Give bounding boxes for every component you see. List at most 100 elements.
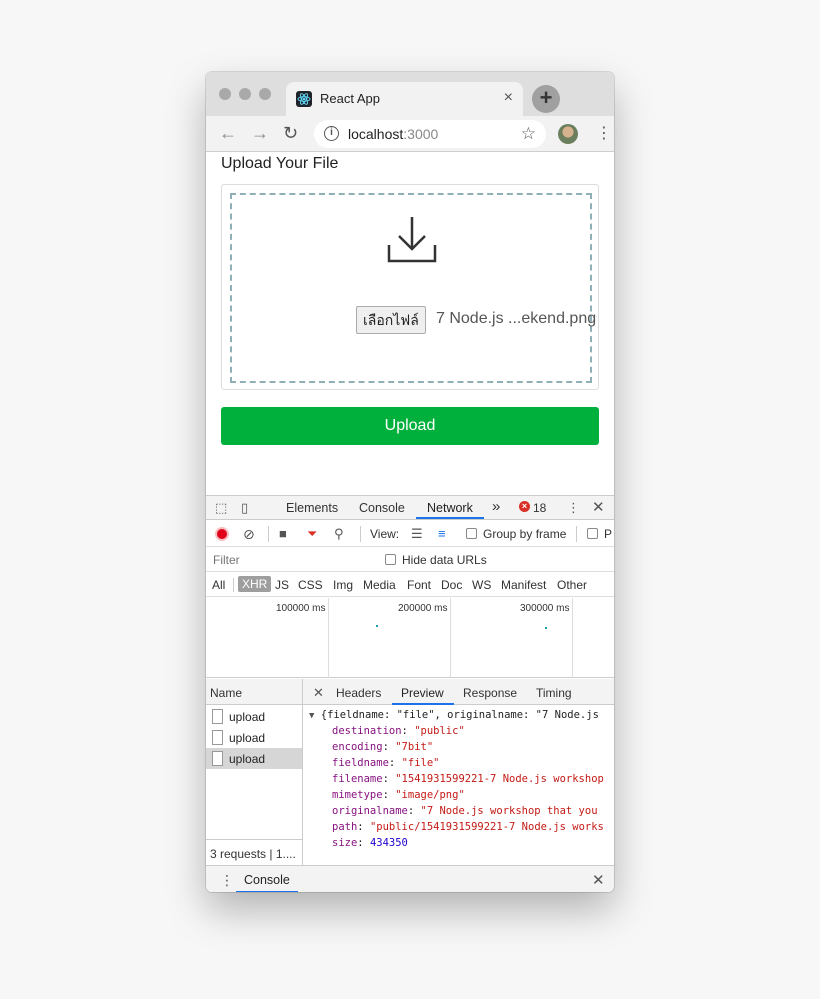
request-detail-tabs: ✕ Headers Preview Response Timing [303, 679, 614, 705]
error-icon[interactable]: × [519, 501, 530, 512]
preview-field: destination: "public" [332, 725, 465, 737]
preview-field: mimetype: "image/png" [332, 789, 465, 801]
filter-row: Hide data URLs [206, 548, 614, 572]
filter-icon[interactable]: ⏷ [307, 526, 317, 542]
close-drawer-icon[interactable]: ✕ [592, 871, 605, 889]
browser-menu-icon[interactable]: ⋮ [596, 124, 612, 144]
timeline-gridline [328, 598, 329, 678]
tab-headers[interactable]: Headers [336, 686, 381, 700]
type-manifest[interactable]: Manifest [501, 578, 546, 592]
close-window-button[interactable] [219, 88, 231, 100]
type-xhr[interactable]: XHR [238, 576, 272, 592]
timeline-label: 200000 ms [398, 603, 448, 614]
response-preview: ▼ {fieldname: "file", originalname: "7 N… [303, 706, 614, 865]
record-icon[interactable] [215, 527, 229, 541]
camera-icon[interactable]: ■ [279, 526, 287, 542]
device-toolbar-icon[interactable]: ▯ [241, 500, 248, 516]
name-column-header[interactable]: Name [206, 679, 302, 705]
type-ws[interactable]: WS [472, 578, 491, 592]
type-all[interactable]: All [212, 578, 225, 592]
tab-console[interactable]: Console [359, 501, 405, 515]
request-row[interactable]: upload [206, 727, 302, 748]
toolbar-separator [576, 526, 577, 542]
drop-zone[interactable]: เลือกไฟล์ 7 Node.js ...ekend.png [230, 193, 596, 383]
timeline-label: 100000 ms [276, 603, 326, 614]
tab-elements[interactable]: Elements [286, 501, 338, 515]
console-drawer: ⋮ Console ✕ [206, 865, 614, 892]
devtools-panel: ⬚ ▯ Elements Console Network » × 18 ⋮ ✕ … [206, 495, 614, 892]
group-by-frame-label: Group by frame [483, 527, 567, 541]
preview-field: size: 434350 [332, 837, 408, 849]
network-timeline[interactable]: 100000 ms 200000 ms 300000 ms [206, 598, 614, 678]
clear-icon[interactable]: ⊘ [243, 526, 255, 542]
profile-avatar[interactable] [558, 124, 578, 144]
type-img[interactable]: Img [333, 578, 353, 592]
page-content: Upload Your File เลือกไฟล์ 7 Node.js ...… [206, 152, 614, 495]
preserve-log-checkbox[interactable] [587, 528, 598, 539]
reload-icon[interactable]: ↻ [283, 123, 298, 143]
chosen-file-name: 7 Node.js ...ekend.png [436, 310, 597, 327]
tab-preview[interactable]: Preview [401, 686, 444, 700]
type-font[interactable]: Font [407, 578, 431, 592]
timeline-request-mark [545, 627, 547, 629]
back-arrow-icon[interactable]: ← [219, 123, 237, 143]
request-name: upload [229, 752, 266, 766]
search-icon[interactable]: ⚲ [334, 526, 344, 542]
close-detail-icon[interactable]: ✕ [313, 685, 324, 701]
timeline-gridline [450, 598, 451, 678]
request-name: upload [229, 731, 266, 745]
upload-card: เลือกไฟล์ 7 Node.js ...ekend.png [221, 184, 599, 390]
preview-field: originalname: "7 Node.js workshop that y… [332, 805, 598, 817]
drawer-tab-console[interactable]: Console [244, 873, 290, 887]
drawer-tab-indicator [236, 891, 298, 892]
browser-tab[interactable]: React App × [286, 82, 523, 116]
upload-button[interactable]: Upload [221, 407, 599, 445]
type-media[interactable]: Media [363, 578, 396, 592]
tab-close-icon[interactable]: × [504, 89, 513, 107]
toolbar-separator [268, 526, 269, 542]
waterfall-view-icon[interactable]: ≡ [438, 526, 446, 542]
type-js[interactable]: JS [275, 578, 289, 592]
browser-window: React App × + ← → ↻ i localhost:3000 ☆ ⋮… [206, 72, 614, 892]
request-row-selected[interactable]: upload [206, 748, 302, 769]
minimize-window-button[interactable] [239, 88, 251, 100]
choose-file-button[interactable]: เลือกไฟล์ [356, 306, 426, 334]
type-css[interactable]: CSS [298, 578, 323, 592]
new-tab-button[interactable]: + [532, 85, 560, 113]
forward-arrow-icon[interactable]: → [251, 123, 269, 143]
preview-field: filename: "1541931599221-7 Node.js works… [332, 773, 604, 785]
preview-field: fieldname: "file" [332, 757, 440, 769]
tab-timing[interactable]: Timing [536, 686, 572, 700]
type-doc[interactable]: Doc [441, 578, 462, 592]
view-label: View: [370, 527, 400, 541]
hide-data-urls-label: Hide data URLs [402, 553, 487, 567]
file-icon [212, 709, 223, 724]
bookmark-star-icon[interactable]: ☆ [521, 124, 536, 144]
file-icon [212, 751, 223, 766]
filter-input[interactable] [210, 551, 372, 569]
error-count[interactable]: 18 [533, 501, 546, 515]
more-tabs-icon[interactable]: » [492, 498, 500, 515]
expand-triangle-icon[interactable]: ▼ [309, 711, 314, 721]
info-icon[interactable]: i [324, 126, 339, 141]
browser-toolbar: ← → ↻ i localhost:3000 ☆ ⋮ [206, 116, 614, 152]
inspect-element-icon[interactable]: ⬚ [215, 500, 227, 516]
preview-summary: {fieldname: "file", originalname: "7 Nod… [320, 709, 599, 721]
drawer-menu-icon[interactable]: ⋮ [220, 872, 234, 889]
close-devtools-icon[interactable]: ✕ [592, 500, 605, 516]
tab-network[interactable]: Network [427, 501, 473, 515]
devtools-menu-icon[interactable]: ⋮ [567, 500, 580, 516]
zoom-window-button[interactable] [259, 88, 271, 100]
address-bar[interactable]: i localhost:3000 ☆ [314, 120, 546, 148]
preview-summary-row[interactable]: ▼ {fieldname: "file", originalname: "7 N… [309, 707, 599, 724]
hide-data-urls-checkbox[interactable] [385, 554, 396, 565]
title-bar: React App × + [206, 72, 614, 116]
timeline-request-mark [376, 625, 378, 627]
toolbar-separator [360, 526, 361, 542]
list-view-icon[interactable]: ☰ [411, 526, 423, 542]
request-row[interactable]: upload [206, 706, 302, 727]
tab-response[interactable]: Response [463, 686, 517, 700]
group-by-frame-checkbox[interactable] [466, 528, 477, 539]
type-other[interactable]: Other [557, 578, 587, 592]
timeline-label: 300000 ms [520, 603, 570, 614]
